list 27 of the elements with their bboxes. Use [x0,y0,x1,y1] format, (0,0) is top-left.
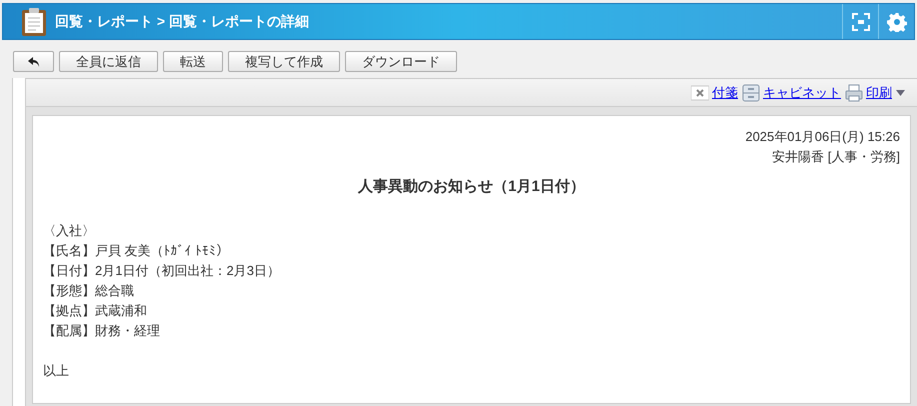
clipboard-icon [21,6,47,36]
toolbar-button[interactable]: 全員に返信 [59,51,158,72]
toolbar-button[interactable]: 転送 [163,51,223,72]
body-line: 【日付】2月1日付（初回出社：2月3日） [43,262,281,280]
body-line: 〈入社〉 [43,222,96,240]
printer-icon [845,84,863,102]
body-line: 【形態】総合職 [43,282,135,300]
message-date: 2025年01月06日(月) 15:26 [744,128,900,146]
close-icon [691,84,709,100]
expand-icon [852,12,870,30]
dropdown-icon [896,90,905,96]
toolbar-button[interactable]: 複写して作成 [228,51,340,72]
sender-name: 安井陽香 [人事・労務] [771,148,900,166]
action-link[interactable]: 印刷 [845,82,892,102]
reply-icon [28,56,40,68]
body-line: 【拠点】武蔵浦和 [43,302,148,320]
action-link[interactable]: 付箋 [691,82,738,102]
back-button[interactable] [13,51,54,72]
action-link[interactable]: キャビネット [742,82,841,102]
message-title: 人事異動のお知らせ（1月1日付） [356,177,586,197]
settings-icon [886,12,906,32]
body-line: 【氏名】戸貝 友美（ﾄｶﾞｲ ﾄﾓﾐ） [43,242,230,260]
body-line: 【配属】財務・経理 [43,322,161,340]
cabinet-icon [742,84,760,102]
page-title: 回覧・レポート > 回覧・レポートの詳細 [55,12,309,31]
toolbar-button[interactable]: ダウンロード [345,51,457,72]
closing-text: 以上 [43,362,70,380]
